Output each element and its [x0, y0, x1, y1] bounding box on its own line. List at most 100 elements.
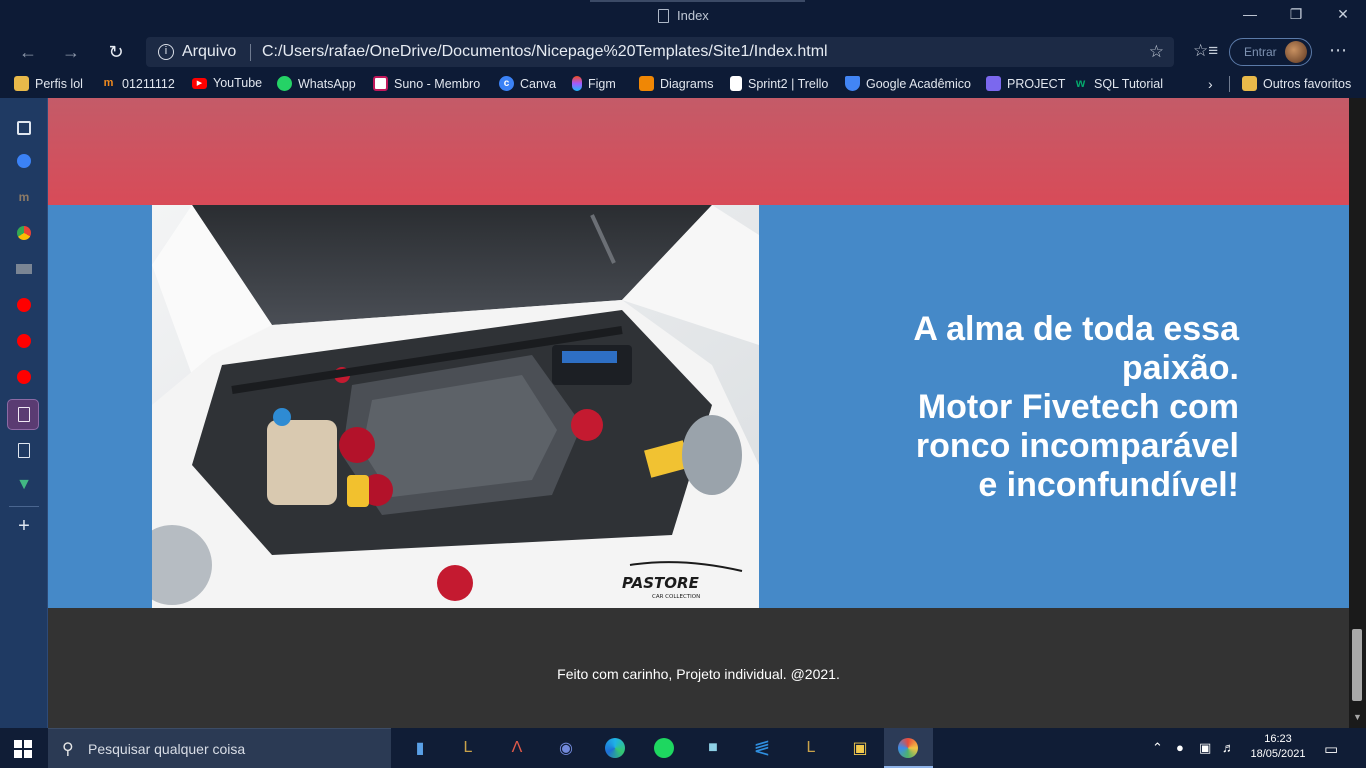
tray-chevron-up-icon[interactable]: ⌃	[1152, 740, 1163, 756]
sidebar-document-icon[interactable]	[14, 404, 34, 424]
tray-microphone-icon[interactable]: ●	[1176, 740, 1184, 755]
bookmark-label: 01211112	[122, 76, 175, 91]
more-options-icon[interactable]: ⋯	[1329, 40, 1347, 61]
search-placeholder: Pesquisar qualquer coisa	[88, 741, 246, 757]
trello-icon	[730, 76, 742, 91]
close-button[interactable]: ✕	[1333, 6, 1353, 23]
page-scrollbar[interactable]: ▼	[1349, 98, 1366, 728]
sidebar-canva-icon[interactable]	[14, 151, 34, 171]
bookmark-trello[interactable]: Sprint2 | Trello	[730, 76, 828, 91]
section-headline: A alma de toda essa paixão. Motor Fivete…	[819, 310, 1239, 505]
bookmark-outros-favoritos[interactable]: Outros favoritos	[1242, 76, 1351, 91]
avatar	[1285, 41, 1307, 63]
bookmark-label: Perfis lol	[35, 76, 83, 91]
sidebar-page-icon[interactable]	[14, 259, 34, 279]
address-scheme-label: Arquivo	[182, 43, 237, 60]
moodle-icon: m	[103, 77, 114, 89]
web-page: PASTORE CAR COLLECTION A alma de toda es…	[48, 98, 1349, 728]
refresh-icon[interactable]: ↻	[105, 41, 127, 63]
bookmark-suno[interactable]: Suno - Membro	[373, 76, 480, 91]
info-icon[interactable]: i	[158, 44, 174, 60]
taskbar-paint-icon[interactable]	[894, 734, 922, 762]
bookmark-canva[interactable]: c Canva	[499, 76, 556, 91]
taskbar-notes-icon[interactable]: ■	[699, 734, 727, 762]
address-url[interactable]: C:/Users/rafae/OneDrive/Documentos/Nicep…	[262, 43, 828, 61]
bookmark-label: Diagrams	[660, 76, 714, 91]
taskbar-spotify-icon[interactable]	[650, 734, 678, 762]
bookmark-perfis-lol[interactable]: Perfis lol	[14, 76, 83, 91]
footer-text: Feito com carinho, Projeto individual. @…	[557, 666, 840, 682]
taskbar-vscode-icon[interactable]: ⪛	[748, 734, 776, 762]
restore-button[interactable]: ❐	[1286, 6, 1306, 23]
taskbar-league-icon[interactable]: L	[797, 734, 825, 762]
taskbar-app-icon[interactable]: Λ	[503, 734, 531, 762]
sidebar-add-icon[interactable]: +	[14, 515, 34, 537]
headline-line: paixão.	[1121, 349, 1239, 387]
sidebar-tab-actions-icon[interactable]	[14, 118, 34, 138]
bookmark-label: Outros favoritos	[1263, 76, 1352, 91]
sidebar-youtube-icon[interactable]	[14, 331, 34, 351]
bookmark-label: WhatsApp	[298, 76, 356, 91]
engine-illustration: PASTORE CAR COLLECTION	[152, 205, 759, 608]
bookmark-whatsapp[interactable]: WhatsApp	[277, 76, 356, 91]
windows-logo-icon	[14, 740, 22, 748]
sidebar-divider	[9, 506, 39, 507]
bookmarks-bar: Perfis lol m 01211112 ▶ YouTube WhatsApp…	[0, 70, 1366, 98]
suno-icon	[373, 76, 388, 91]
forward-icon[interactable]: →	[60, 41, 82, 63]
tray-network-icon[interactable]: ▣	[1199, 740, 1211, 756]
taskbar-edge-icon[interactable]	[601, 734, 629, 762]
sidebar-youtube-icon[interactable]	[14, 367, 34, 387]
windows-taskbar: ⚲ Pesquisar qualquer coisa ▮ L Λ ◉ ■ ⪛ L…	[0, 728, 1366, 768]
search-icon: ⚲	[62, 741, 74, 758]
sidebar-vue-icon[interactable]: ▼	[14, 475, 34, 495]
headline-line: ronco incomparável	[915, 427, 1239, 465]
taskbar-file-explorer-icon[interactable]: ▣	[846, 734, 874, 762]
taskbar-task-view-icon[interactable]: ▮	[406, 734, 434, 762]
bookmark-label: Sprint2 | Trello	[748, 76, 829, 91]
address-bar[interactable]: i Arquivo C:/Users/rafae/OneDrive/Docume…	[146, 37, 1174, 67]
taskbar-discord-icon[interactable]: ◉	[552, 734, 580, 762]
sidebar-chrome-icon[interactable]	[14, 223, 34, 243]
profile-button[interactable]: Entrar	[1229, 38, 1312, 66]
bookmark-google-academico[interactable]: Google Acadêmico	[845, 76, 971, 91]
hero-section	[48, 98, 1349, 205]
bookmarks-overflow-chevron-icon[interactable]: ›	[1208, 76, 1213, 92]
scroll-down-icon[interactable]: ▼	[1353, 712, 1362, 722]
favorites-icon[interactable]: ☆≡	[1193, 41, 1218, 61]
tray-volume-icon[interactable]: ♬	[1222, 740, 1235, 755]
scholar-icon	[845, 76, 860, 91]
diagrams-icon	[639, 76, 654, 91]
engine-section: PASTORE CAR COLLECTION A alma de toda es…	[48, 205, 1349, 608]
add-favorite-icon[interactable]: ☆	[1149, 42, 1164, 62]
bookmark-youtube[interactable]: ▶ YouTube	[192, 76, 262, 90]
back-icon[interactable]: ←	[17, 41, 39, 63]
bookmark-figma[interactable]: Figm	[572, 76, 616, 91]
taskbar-clock[interactable]: 16:23 18/05/2021	[1248, 732, 1308, 762]
scrollbar-thumb[interactable]	[1352, 629, 1362, 701]
bookmarks-divider	[1229, 76, 1230, 92]
bookmark-sql-tutorial[interactable]: w SQL Tutorial	[1073, 76, 1163, 91]
taskbar-search[interactable]: ⚲ Pesquisar qualquer coisa	[48, 728, 391, 768]
bookmark-label: Suno - Membro	[394, 76, 481, 91]
start-button[interactable]	[14, 740, 32, 758]
bookmark-label: Google Acadêmico	[866, 76, 971, 91]
folder-icon	[14, 76, 29, 91]
bookmark-01211112[interactable]: m 01211112	[101, 76, 175, 91]
engine-image: PASTORE CAR COLLECTION	[152, 205, 759, 608]
pastore-logo-subtext: CAR COLLECTION	[652, 594, 700, 600]
pastore-logo-text: PASTORE	[622, 574, 700, 592]
bookmark-diagrams[interactable]: Diagrams	[639, 76, 714, 91]
minimize-button[interactable]: —	[1240, 6, 1260, 22]
bookmark-project[interactable]: PROJECT	[986, 76, 1065, 91]
notifications-icon[interactable]: ▭	[1324, 740, 1338, 758]
sidebar-document-icon[interactable]	[14, 440, 34, 460]
sidebar-youtube-icon[interactable]	[14, 295, 34, 315]
canva-icon: c	[499, 76, 514, 91]
sidebar-moodle-icon[interactable]: m	[14, 187, 34, 207]
page-footer: Feito com carinho, Projeto individual. @…	[48, 608, 1349, 728]
project-icon	[986, 76, 1001, 91]
w3-icon: w	[1075, 76, 1086, 90]
bookmark-label: SQL Tutorial	[1094, 76, 1164, 91]
taskbar-league-icon[interactable]: L	[454, 734, 482, 762]
